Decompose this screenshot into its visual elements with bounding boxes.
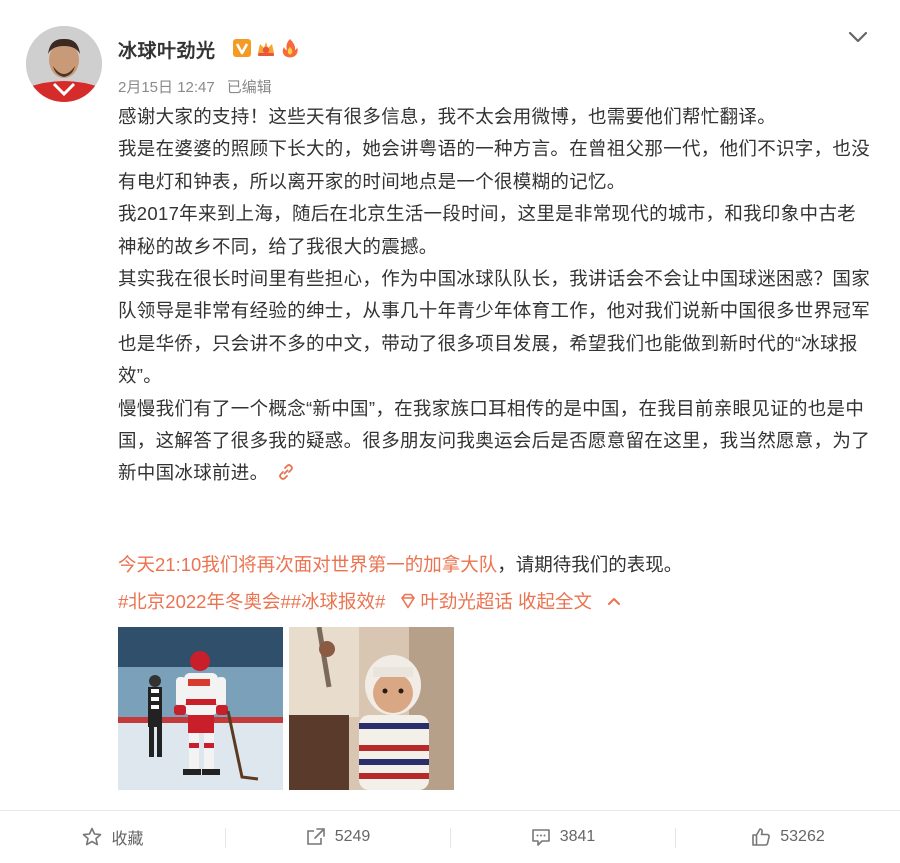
user-badges xyxy=(232,38,300,58)
post-body: 感谢大家的支持！这些天有很多信息，我不太会用微博，也需要他们帮忙翻译。 我是在婆… xyxy=(118,101,873,490)
avatar[interactable] xyxy=(26,26,102,102)
link-icon[interactable] xyxy=(276,462,296,482)
chevron-down-icon[interactable] xyxy=(846,28,870,46)
post-date[interactable]: 2月15日 12:47 xyxy=(118,79,215,96)
like-button[interactable]: 53262 xyxy=(675,826,900,848)
paragraph-1: 感谢大家的支持！这些天有很多信息，我不太会用微博，也需要他们帮忙翻译。 xyxy=(118,106,777,127)
star-icon xyxy=(83,827,102,846)
flame-icon[interactable] xyxy=(280,38,300,58)
event-tail: ，请期待我们的表现。 xyxy=(497,554,683,575)
favorite-button[interactable]: 收藏 xyxy=(0,825,225,849)
hashtag-beijing-2022[interactable]: #北京2022年冬奥会# xyxy=(118,591,291,612)
weibo-post-card: 冰球叶劲光 2月15日 12:47 已编辑 感谢大家的支持！这些天有很多信息，我不… xyxy=(0,0,900,862)
username[interactable]: 冰球叶劲光 xyxy=(118,36,216,63)
collapse-up-icon[interactable] xyxy=(606,595,622,607)
repost-button[interactable]: 5249 xyxy=(225,826,450,848)
paragraph-3: 我2017年来到上海，随后在北京生活一段时间，这里是非常现代的城市，和我印象中古… xyxy=(118,203,856,257)
tags-line: #北京2022年冬奥会##冰球报效# 叶劲光超话 收起全文 xyxy=(118,588,622,614)
collapse-button[interactable]: 收起全文 xyxy=(518,591,592,612)
post-meta: 2月15日 12:47 已编辑 xyxy=(118,76,272,97)
hashtag-ice-hockey[interactable]: #冰球报效# xyxy=(291,591,386,612)
avatar-image xyxy=(26,26,102,102)
verified-v-icon[interactable] xyxy=(232,38,252,58)
child-photo-image xyxy=(289,627,454,790)
event-highlight[interactable]: 今天21:10我们将再次面对世界第一的加拿大队 xyxy=(118,554,497,575)
comment-button[interactable]: 3841 xyxy=(450,826,675,848)
repost-count: 5249 xyxy=(334,828,371,845)
share-icon xyxy=(306,828,325,845)
fan-crown-icon[interactable] xyxy=(256,38,276,58)
action-bar: 收藏 5249 3841 53262 xyxy=(0,810,900,863)
favorite-label: 收藏 xyxy=(111,831,144,848)
supertopic-diamond-icon xyxy=(401,593,416,609)
thumbs-up-icon xyxy=(752,828,771,846)
paragraph-5-wrapper: 慢慢我们有了一个概念“新中国”，在我家族口耳相传的是中国，在我目前亲眼见证的也是… xyxy=(118,393,873,490)
hockey-player-image xyxy=(118,627,283,790)
comment-count: 3841 xyxy=(559,828,596,845)
like-count: 53262 xyxy=(780,828,825,845)
supertopic-link[interactable]: 叶劲光超话 xyxy=(420,591,513,612)
photo-child-helmet[interactable] xyxy=(289,627,454,790)
event-line: 今天21:10我们将再次面对世界第一的加拿大队，请期待我们的表现。 xyxy=(118,551,682,577)
paragraph-5: 慢慢我们有了一个概念“新中国”，在我家族口耳相传的是中国，在我目前亲眼见证的也是… xyxy=(118,397,871,484)
paragraph-4: 其实我在很长时间里有些担心，作为中国冰球队队长，我讲话会不会让中国球迷困惑？国家… xyxy=(118,268,871,387)
photo-hockey-player[interactable] xyxy=(118,627,283,790)
edited-label[interactable]: 已编辑 xyxy=(227,79,272,96)
comment-icon xyxy=(531,829,550,846)
paragraph-2: 我是在婆婆的照顾下长大的，她会讲粤语的一种方言。在曾祖父那一代，他们不识字，也没… xyxy=(118,138,871,192)
